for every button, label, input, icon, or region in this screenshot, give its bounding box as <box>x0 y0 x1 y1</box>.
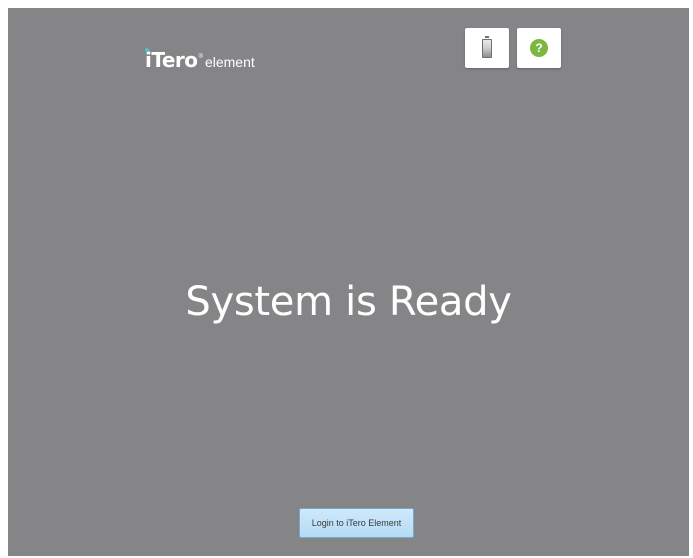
logo-registered-mark: ® <box>198 54 203 60</box>
login-button[interactable]: Login to iTero Element <box>299 508 414 538</box>
itero-logo: iTero ® element <box>145 48 255 72</box>
battery-icon <box>482 35 492 58</box>
status-message: System is Ready <box>185 279 512 325</box>
ready-screen: iTero ® element ? System is Ready Login … <box>8 8 689 556</box>
logo-brand-text: iTero <box>145 48 198 72</box>
help-button[interactable]: ? <box>517 28 561 68</box>
logo-subtitle: element <box>204 54 255 70</box>
help-icon: ? <box>530 39 548 57</box>
battery-button[interactable] <box>465 28 509 68</box>
logo-brand: iTero <box>145 48 198 72</box>
logo-accent-dot <box>145 48 149 52</box>
